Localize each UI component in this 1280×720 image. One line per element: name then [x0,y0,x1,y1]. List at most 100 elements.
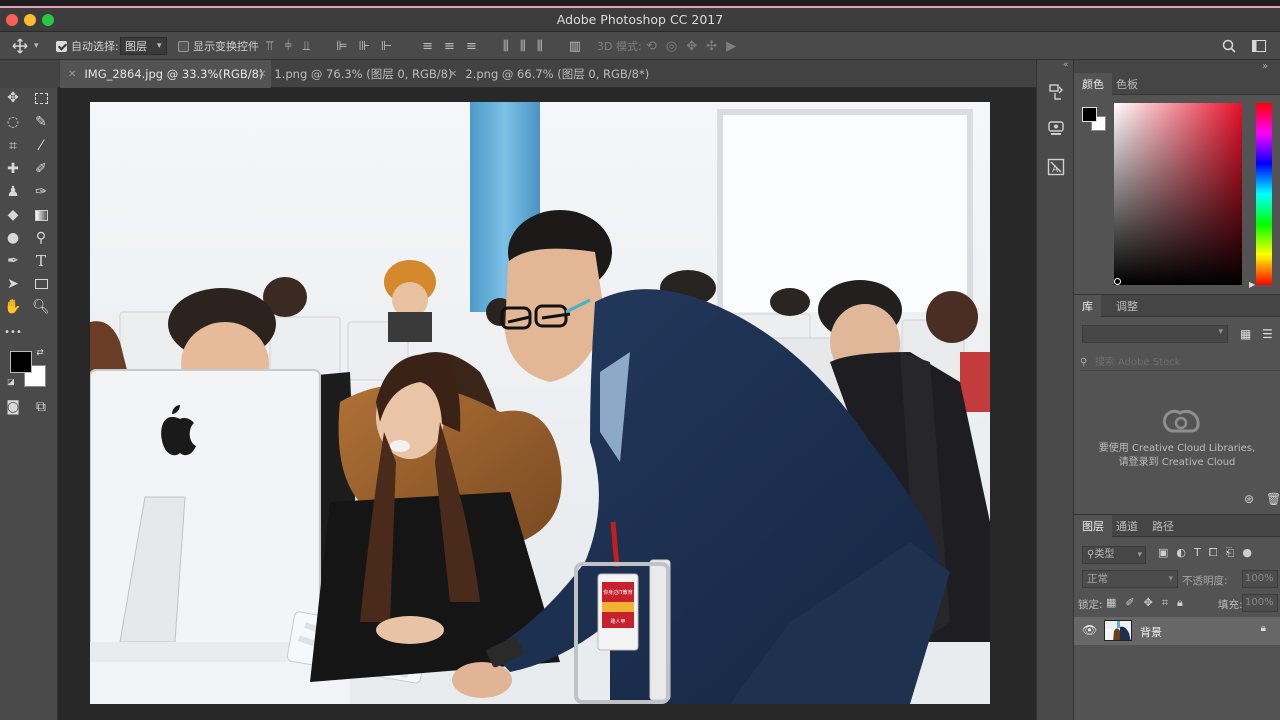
tab-color[interactable]: 颜色 [1074,73,1112,95]
eraser-tool-icon[interactable]: ◆ [3,205,23,225]
color-foreground-swatch[interactable] [1082,107,1097,122]
color-picker-marker[interactable] [1114,278,1121,285]
lasso-tool-icon[interactable]: ◌ [3,112,23,132]
workspace-button[interactable] [1252,32,1266,60]
3d-scale-icon[interactable]: ▶ [726,39,736,54]
pen-tool-icon[interactable]: ✒ [3,251,23,271]
eyedropper-tool-icon[interactable]: ⁄ [31,136,51,156]
document-tab[interactable]: ✕ 1.png @ 76.3% (图层 0, RGB/8) [250,60,461,88]
stock-search-field[interactable]: ⚲ 搜索 Adobe Stock [1080,353,1280,371]
collapse-dock-icon[interactable]: « [1063,60,1069,70]
tab-channels[interactable]: 通道 [1108,515,1146,537]
swap-colors-icon[interactable]: ⇄ [34,347,46,359]
grid-view-icon[interactable]: ▦ [1240,327,1251,341]
align-vertical-centers-icon[interactable]: ⫩ [284,39,291,54]
list-view-icon[interactable]: ☰ [1262,327,1273,341]
healing-brush-tool-icon[interactable]: ✚ [3,159,23,179]
eye-visibility-icon[interactable]: 👁︎ [1082,623,1097,637]
sync-icon[interactable]: ⊛ [1244,492,1254,506]
lock-all-icon[interactable]: 🔒︎ [1177,596,1183,610]
shape-layer-filter-icon[interactable]: ⧠ [1209,546,1218,560]
quick-selection-tool-icon[interactable]: ✎ [31,112,51,132]
tab-adjustments[interactable]: 调整 [1108,295,1146,317]
layer-row[interactable]: 👁︎ 背景 🔒︎ [1074,617,1280,645]
close-tab-icon[interactable]: ✕ [68,69,76,80]
properties-panel-icon[interactable] [1046,119,1066,139]
lock-image-pixels-icon[interactable]: ✐ [1125,596,1134,610]
distribute-left-icon[interactable]: ⫼ [503,39,509,54]
checkbox-checked-icon [56,40,67,52]
blur-tool-icon[interactable]: ● [3,228,23,248]
document-tab[interactable]: ✕ 2.png @ 66.7% (图层 0, RGB/8*) [441,60,657,88]
library-dropdown[interactable]: ▾ [1082,325,1228,343]
close-tab-icon[interactable]: ✕ [258,69,266,80]
layer-filter-dropdown[interactable]: ⚲类型 ▾ [1082,546,1146,564]
distribute-vcenter-icon[interactable]: ≡ [444,39,455,54]
distribute-right-icon[interactable]: ⫼ [537,39,543,54]
document-canvas[interactable]: 你身边IT教育 路人甲 [90,102,990,704]
dodge-tool-icon[interactable]: ⚲ [31,228,51,248]
history-brush-tool-icon[interactable]: ✑ [31,182,51,202]
hue-slider[interactable] [1256,103,1272,285]
3d-mode-label: 3D 模式: [597,40,642,53]
glyphs-panel-icon[interactable]: A [1046,157,1066,177]
rectangle-tool-icon[interactable] [31,274,51,294]
3d-pan-icon[interactable]: ✥ [686,39,697,54]
align-top-edges-icon[interactable]: ⫪ [266,39,273,54]
tab-libraries[interactable]: 库 [1074,295,1101,317]
type-layer-filter-icon[interactable]: T [1194,546,1201,560]
document-tab-label: IMG_2864.jpg @ 33.3%(RGB/8) [84,67,264,81]
align-bottom-edges-icon[interactable]: ⫫ [303,39,310,54]
auto-select-target-dropdown[interactable]: 图层 ▾ [120,32,167,60]
gradient-tool-icon[interactable] [31,205,51,225]
brush-tool-icon[interactable]: ✐ [31,159,51,179]
lock-position-icon[interactable]: ✥ [1144,596,1153,610]
screen-mode-icon[interactable]: ⧉ [31,397,51,417]
quick-mask-icon[interactable]: ◙ [3,397,23,417]
3d-slide-icon[interactable]: ✣ [706,39,717,54]
blend-mode-dropdown[interactable]: 正常 ▾ [1082,570,1178,588]
align-left-edges-icon[interactable]: ⊫ [336,39,347,54]
hand-tool-icon[interactable]: ✋ [3,297,23,317]
collapse-panels-icon[interactable]: » [1262,61,1272,72]
marquee-tool-icon[interactable] [31,88,51,108]
close-tab-icon[interactable]: ✕ [449,69,457,80]
type-tool-icon[interactable]: T [31,251,51,271]
tab-layers[interactable]: 图层 [1074,515,1112,537]
align-right-edges-icon[interactable]: ⊩ [381,39,392,54]
distribute-hcenter-icon[interactable]: ⫼ [520,39,526,54]
move-tool-icon[interactable]: ✥ [3,88,23,108]
foreground-color-swatch[interactable] [10,351,32,373]
adjustment-layer-filter-icon[interactable]: ◐ [1176,546,1186,560]
show-transform-checkbox[interactable]: 显示变换控件 [178,32,259,60]
history-panel-icon[interactable] [1046,82,1066,102]
clone-stamp-tool-icon[interactable]: ♟ [3,182,23,202]
pixel-layer-filter-icon[interactable]: ▣ [1158,546,1168,560]
smart-object-filter-icon[interactable]: ⎗ [1226,546,1235,560]
color-picker-field[interactable] [1114,103,1242,285]
path-selection-tool-icon[interactable]: ➤ [3,274,23,294]
lock-transparent-pixels-icon[interactable]: ▦ [1106,596,1116,610]
more-tools-icon[interactable]: ••• [3,322,23,342]
tab-paths[interactable]: 路径 [1144,515,1182,537]
3d-roll-icon[interactable]: ◎ [666,39,677,54]
filter-toggle-icon[interactable]: ● [1242,546,1252,560]
trash-icon[interactable]: 🗑︎ [1266,492,1280,506]
hue-slider-handle[interactable]: ▶ [1249,280,1255,289]
auto-align-layers-icon[interactable]: ▥ [569,39,581,54]
distribute-top-icon[interactable]: ≡ [422,39,433,54]
3d-orbit-icon[interactable]: ⟲ [646,39,657,54]
auto-select-checkbox[interactable]: 自动选择: [56,32,119,60]
crop-tool-icon[interactable]: ⌗ [3,136,23,156]
zoom-tool-icon[interactable]: 🔍︎ [31,297,51,317]
distribute-bottom-icon[interactable]: ≡ [466,39,477,54]
fill-field[interactable]: 100% [1242,594,1278,612]
opacity-field[interactable]: 100% [1242,570,1278,588]
move-tool-preset[interactable]: ▾ [12,32,39,60]
tab-swatches[interactable]: 色板 [1108,73,1146,95]
default-colors-icon[interactable]: ◪ [6,376,16,386]
document-tab[interactable]: ✕ IMG_2864.jpg @ 33.3%(RGB/8) [60,60,272,88]
search-button[interactable] [1222,32,1236,60]
align-horizontal-centers-icon[interactable]: ⊪ [358,39,369,54]
lock-artboard-icon[interactable]: ⌗ [1162,596,1168,610]
